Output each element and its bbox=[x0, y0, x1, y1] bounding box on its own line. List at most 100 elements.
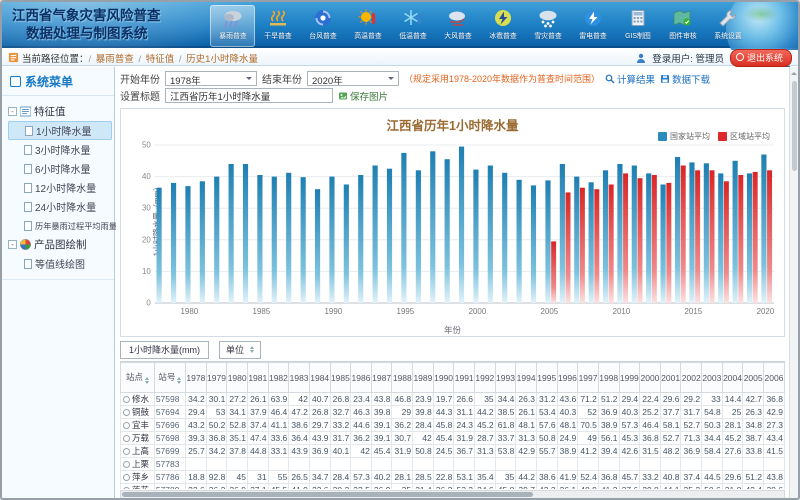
value-cell: 53.1 bbox=[454, 471, 475, 484]
table-row[interactable]: 上栗57783 bbox=[121, 458, 785, 471]
col-header-year[interactable]: 1979 bbox=[206, 363, 227, 393]
value-cell: 41.2 bbox=[578, 445, 599, 458]
nav-item-rainstorm[interactable]: 暴雨普查 bbox=[210, 5, 255, 47]
col-header-year[interactable]: 2000 bbox=[640, 363, 661, 393]
nav-item-low-temp[interactable]: 低温普查 bbox=[390, 5, 435, 47]
table-row[interactable]: 铜鼓5769429.45334.137.946.447.226.832.746.… bbox=[121, 406, 785, 419]
nav-item-lightning[interactable]: 雷电普查 bbox=[570, 5, 615, 47]
col-header-year[interactable]: 1985 bbox=[330, 363, 351, 393]
value-cell: 29.4 bbox=[186, 406, 207, 419]
unit-filter-dropdown[interactable]: 单位 bbox=[219, 341, 261, 359]
row-radio[interactable] bbox=[123, 409, 130, 416]
table-row[interactable]: 修水5759834.230.127.226.163.94240.726.823.… bbox=[121, 393, 785, 406]
end-year-select[interactable]: 2020年 bbox=[307, 71, 399, 86]
low-temp-icon bbox=[401, 7, 425, 29]
value-cell bbox=[413, 458, 434, 471]
col-header-year[interactable]: 1996 bbox=[557, 363, 578, 393]
value-cell bbox=[660, 458, 681, 471]
col-header-station-id[interactable]: 站号 bbox=[154, 363, 185, 393]
col-header-year[interactable]: 1986 bbox=[351, 363, 372, 393]
sidebar-item-3小时降水量[interactable]: 3小时降水量 bbox=[8, 140, 112, 159]
breadcrumb-item[interactable]: 历史1小时降水量 bbox=[186, 54, 258, 65]
col-header-year[interactable]: 1997 bbox=[578, 363, 599, 393]
nav-item-snow[interactable]: 雪灾普查 bbox=[525, 5, 570, 47]
value-cell: 58.4 bbox=[702, 445, 723, 458]
col-header-year[interactable]: 1990 bbox=[433, 363, 454, 393]
row-radio[interactable] bbox=[123, 474, 130, 481]
station-table-scroll[interactable]: 站点站号197819791980198119821983198419851986… bbox=[120, 361, 785, 489]
scroll-up-arrow-icon[interactable] bbox=[791, 69, 797, 75]
col-header-station[interactable]: 站点 bbox=[121, 363, 155, 393]
col-header-year[interactable]: 2004 bbox=[722, 363, 743, 393]
col-header-year[interactable]: 2002 bbox=[681, 363, 702, 393]
nav-item-map-review[interactable]: 图件审核 bbox=[660, 5, 705, 47]
nav-item-gale[interactable]: 大风普查 bbox=[435, 5, 480, 47]
col-header-year[interactable]: 1994 bbox=[516, 363, 537, 393]
col-header-year[interactable]: 1981 bbox=[247, 363, 268, 393]
data-download-link[interactable]: 数据下载 bbox=[660, 72, 710, 86]
sidebar-item-历年暴雨过程平均雨量[interactable]: 历年暴雨过程平均雨量 bbox=[8, 216, 112, 235]
col-header-year[interactable]: 2005 bbox=[743, 363, 764, 393]
col-header-year[interactable]: 1999 bbox=[619, 363, 640, 393]
hscroll-thumb[interactable] bbox=[122, 492, 533, 497]
sidebar-item-12小时降水量[interactable]: 12小时降水量 bbox=[8, 178, 112, 197]
save-image-link[interactable]: 保存图片 bbox=[338, 89, 388, 103]
logout-button[interactable]: 退出系统 bbox=[730, 49, 792, 67]
col-header-year[interactable]: 1988 bbox=[392, 363, 413, 393]
table-row[interactable]: 莲花5778922.636.236.937.145.541.923.630.23… bbox=[121, 484, 785, 490]
calc-result-link[interactable]: 计算结果 bbox=[605, 72, 655, 86]
col-header-year[interactable]: 1998 bbox=[598, 363, 619, 393]
col-header-year[interactable]: 1980 bbox=[227, 363, 248, 393]
horizontal-scrollbar[interactable] bbox=[120, 490, 785, 498]
row-radio[interactable] bbox=[123, 422, 130, 429]
sidebar-group-0[interactable]: -特征值 bbox=[8, 102, 112, 121]
nav-item-typhoon[interactable]: 台风普查 bbox=[300, 5, 345, 47]
row-radio[interactable] bbox=[123, 487, 130, 489]
sidebar-group-1[interactable]: -产品图绘制 bbox=[8, 235, 112, 254]
col-header-year[interactable]: 1982 bbox=[268, 363, 289, 393]
nav-item-settings[interactable]: 系统设置 bbox=[705, 5, 750, 47]
chart-title-input[interactable] bbox=[165, 88, 333, 103]
table-row[interactable]: 万载5769839.336.835.147.433.636.443.931.73… bbox=[121, 432, 785, 445]
value-cell: 26.9 bbox=[371, 484, 392, 490]
nav-item-label: 高温普查 bbox=[354, 30, 382, 40]
col-header-year[interactable]: 1991 bbox=[454, 363, 475, 393]
col-header-year[interactable]: 1993 bbox=[495, 363, 516, 393]
tree-collapse-icon[interactable]: - bbox=[8, 107, 17, 116]
svg-text:1990: 1990 bbox=[325, 307, 343, 316]
col-header-year[interactable]: 1984 bbox=[309, 363, 330, 393]
col-header-year[interactable]: 2006 bbox=[763, 363, 784, 393]
col-header-year[interactable]: 2001 bbox=[660, 363, 681, 393]
snow-icon bbox=[536, 7, 560, 29]
breadcrumb-item[interactable]: 暴雨普查 bbox=[96, 54, 134, 65]
vertical-scrollbar[interactable] bbox=[789, 67, 798, 498]
table-row[interactable]: 上高5769925.734.237.844.833.143.936.940.14… bbox=[121, 445, 785, 458]
vscroll-thumb[interactable] bbox=[792, 81, 797, 171]
col-header-year[interactable]: 1983 bbox=[289, 363, 310, 393]
row-radio[interactable] bbox=[123, 448, 130, 455]
col-header-year[interactable]: 1987 bbox=[371, 363, 392, 393]
col-header-year[interactable]: 1992 bbox=[475, 363, 496, 393]
tree-collapse-icon[interactable]: - bbox=[8, 240, 17, 249]
col-header-year[interactable]: 1995 bbox=[536, 363, 557, 393]
sidebar-item-1小时降水量[interactable]: 1小时降水量 bbox=[8, 121, 112, 140]
col-header-year[interactable]: 1989 bbox=[413, 363, 434, 393]
sidebar-item-等值线绘图[interactable]: 等值线绘图 bbox=[8, 254, 112, 273]
row-radio[interactable] bbox=[123, 435, 130, 442]
table-row[interactable]: 萍乡5778618.892.845315526.534.728.457.340.… bbox=[121, 471, 785, 484]
value-cell: 41.9 bbox=[289, 484, 310, 490]
start-year-select[interactable]: 1978年 bbox=[165, 71, 257, 86]
breadcrumb-item[interactable]: 特征值 bbox=[146, 54, 175, 65]
table-row[interactable]: 宜丰5769643.250.252.837.441.138.629.733.24… bbox=[121, 419, 785, 432]
sidebar-item-24小时降水量[interactable]: 24小时降水量 bbox=[8, 197, 112, 216]
row-radio[interactable] bbox=[123, 396, 130, 403]
row-radio[interactable] bbox=[123, 461, 130, 468]
nav-item-high-temp[interactable]: 高温普查 bbox=[345, 5, 390, 47]
nav-item-gis[interactable]: GIS制图 bbox=[615, 5, 660, 47]
col-header-year[interactable]: 1978 bbox=[186, 363, 207, 393]
value-cell: 26.3 bbox=[516, 393, 537, 406]
nav-item-drought[interactable]: 干旱普查 bbox=[255, 5, 300, 47]
col-header-year[interactable]: 2003 bbox=[702, 363, 723, 393]
sidebar-item-6小时降水量[interactable]: 6小时降水量 bbox=[8, 159, 112, 178]
nav-item-hail[interactable]: 冰雹普查 bbox=[480, 5, 525, 47]
